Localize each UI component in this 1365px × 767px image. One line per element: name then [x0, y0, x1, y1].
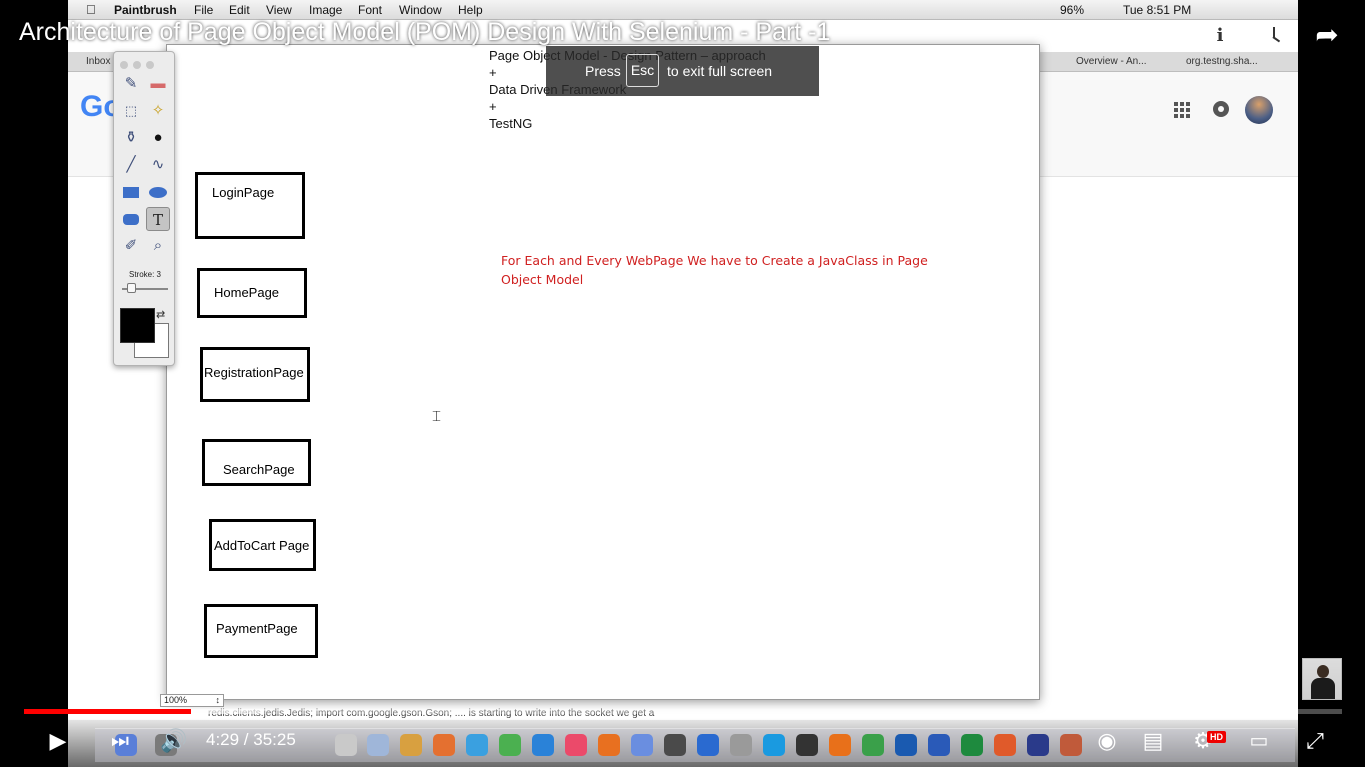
box-label: SearchPage — [223, 462, 295, 477]
menu-help[interactable]: Help — [458, 3, 483, 17]
box-add-to-cart-page: AddToCart Page — [209, 519, 316, 571]
box-label: AddToCart Page — [214, 538, 310, 553]
drawing-canvas[interactable]: Page Object Model - Design Pattern – app… — [166, 44, 1040, 700]
curve-icon[interactable]: ∿ — [146, 153, 170, 177]
text-cursor-icon: ⌶ — [432, 408, 442, 425]
apps-grid-icon[interactable] — [1174, 102, 1190, 118]
played-bar — [24, 709, 191, 714]
next-icon[interactable]: ⏭ — [106, 726, 134, 756]
box-label: RegistrationPage — [204, 365, 304, 380]
video-frame[interactable]:  Paintbrush File Edit View Image Font W… — [68, 0, 1298, 767]
eyedropper-icon[interactable]: ✐ — [119, 234, 143, 258]
box-payment-page: PaymentPage — [204, 604, 318, 658]
zoom-icon[interactable] — [146, 61, 154, 69]
mac-menubar:  Paintbrush File Edit View Image Font W… — [68, 0, 1298, 20]
select-rect-icon[interactable]: ⬚ — [119, 99, 143, 123]
avatar[interactable] — [1245, 96, 1273, 124]
box-label: HomePage — [214, 285, 280, 300]
notifications-icon[interactable] — [1213, 101, 1229, 117]
info-icon[interactable]: i — [1205, 21, 1235, 51]
hd-badge: HD — [1207, 731, 1226, 743]
stroke-label: Stroke: 3 — [128, 270, 161, 279]
apple-icon[interactable]:  — [86, 2, 96, 17]
paint-bucket-icon[interactable]: ⚱ — [119, 126, 143, 150]
menu-window[interactable]: Window — [399, 3, 442, 17]
text-tool-icon[interactable]: T — [146, 207, 170, 231]
tool-palette: ✎ ▬ ⬚ ✧ ⚱ ● ╱ ∿ T ✐ ⌕ Stroke: 3 ⇄ — [113, 51, 175, 366]
battery-status[interactable]: 96% — [1060, 3, 1084, 17]
magic-wand-icon[interactable]: ✧ — [146, 99, 170, 123]
app-menu[interactable]: Paintbrush — [114, 3, 177, 17]
esc-key: Esc — [626, 54, 659, 87]
presenter-thumbnail — [1302, 658, 1342, 700]
menu-image[interactable]: Image — [309, 3, 342, 17]
subtitles-icon[interactable]: ▤ — [1138, 726, 1168, 756]
share-icon[interactable]: ➦ — [1310, 18, 1344, 52]
cast-icon[interactable]: ▭ — [1244, 726, 1274, 756]
zoom-tool-icon[interactable]: ⌕ — [146, 234, 170, 258]
box-home-page: HomePage — [197, 268, 307, 318]
toast-pre: Press — [585, 63, 621, 79]
box-label: PaymentPage — [216, 621, 298, 636]
menu-file[interactable]: File — [194, 3, 213, 17]
menu-edit[interactable]: Edit — [229, 3, 250, 17]
ellipse-icon[interactable] — [146, 180, 170, 204]
rectangle-icon[interactable] — [119, 180, 143, 204]
box-label: LoginPage — [212, 185, 275, 200]
time-display: 4:29 / 35:25 — [206, 730, 296, 749]
line-icon[interactable]: ╱ — [119, 153, 143, 177]
eraser-icon[interactable]: ▬ — [146, 72, 170, 96]
foreground-color-swatch[interactable] — [120, 308, 155, 343]
exit-fullscreen-icon[interactable]: ⤢ — [1300, 726, 1330, 756]
stepper-icon: ↕ — [215, 695, 221, 705]
box-search-page: SearchPage — [202, 439, 311, 486]
rounded-rect-icon[interactable] — [119, 207, 143, 231]
menubar-clock[interactable]: Tue 8:51 PM — [1123, 3, 1191, 17]
box-registration-page: RegistrationPage — [200, 347, 310, 402]
box-login-page: LoginPage — [195, 172, 305, 239]
exit-fullscreen-toast: Press Esc to exit full screen — [546, 46, 819, 96]
tab-inbox[interactable]: Inbox — [86, 56, 110, 67]
zoom-value: 100% — [164, 695, 188, 705]
menu-view[interactable]: View — [266, 3, 292, 17]
swap-colors-icon[interactable]: ⇄ — [156, 308, 165, 321]
autoplay-toggle[interactable]: ◉ — [1092, 726, 1122, 756]
red-annotation: For Each and Every WebPage We have to Cr… — [501, 253, 928, 287]
menu-font[interactable]: Font — [358, 3, 382, 17]
zoom-select[interactable]: 100% ↕ — [160, 694, 224, 707]
volume-icon[interactable]: 🔊 — [160, 726, 188, 756]
palette-window-controls — [120, 56, 160, 69]
close-icon[interactable] — [120, 61, 128, 69]
bomb-icon[interactable]: ● — [146, 126, 170, 150]
tab-testng[interactable]: org.testng.sha... — [1186, 56, 1258, 67]
video-title: Architecture of Page Object Model (POM) … — [19, 18, 831, 46]
toast-post: to exit full screen — [667, 63, 773, 79]
watch-later-icon[interactable] — [1259, 21, 1289, 51]
minimize-icon[interactable] — [133, 61, 141, 69]
play-icon[interactable]: ▶ — [44, 726, 72, 756]
stroke-slider-knob[interactable] — [127, 283, 136, 293]
seek-bar[interactable] — [24, 709, 1342, 714]
tab-overview[interactable]: Overview - An... — [1076, 56, 1147, 67]
brush-icon[interactable]: ✎ — [119, 72, 143, 96]
